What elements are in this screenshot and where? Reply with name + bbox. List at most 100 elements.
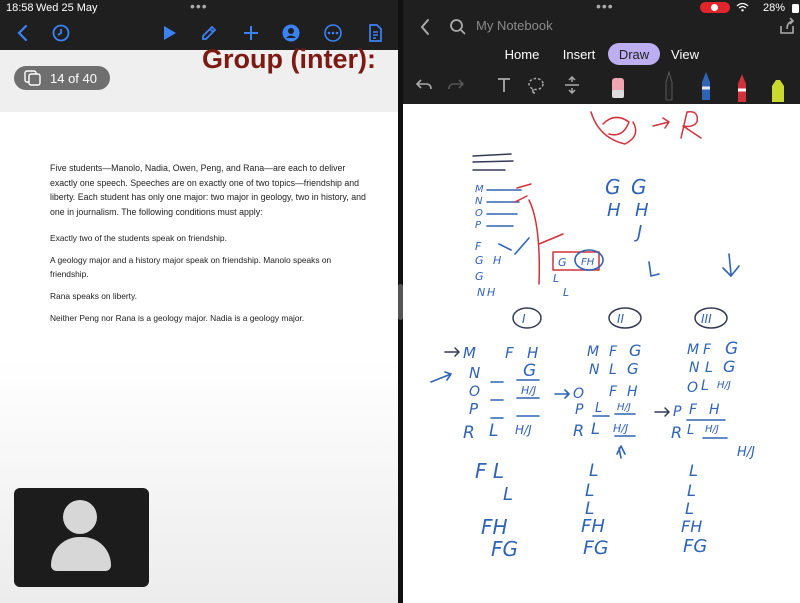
ink-letter: O (687, 380, 698, 396)
ink-letter: F (505, 344, 514, 362)
screen-recording-icon[interactable] (700, 2, 730, 13)
ink-letter: L (705, 360, 713, 376)
avatar-head-icon (63, 500, 97, 534)
red-ink-stroke (590, 111, 637, 145)
ink-letter: G (605, 175, 621, 199)
student-letter: P (475, 220, 482, 231)
add-person-icon[interactable] (280, 22, 302, 44)
ink-letter: F (475, 240, 482, 253)
tab-draw[interactable]: Draw (608, 43, 660, 65)
ink-letter: R (463, 423, 475, 443)
student-letter: O (475, 208, 483, 219)
ink-letter: H/J (521, 384, 536, 397)
battery-level: 28% (763, 2, 786, 14)
ink-letter: O (573, 386, 584, 402)
ink-letter: H/J (705, 424, 719, 435)
notebook-toolbar: ••• 28% My Notebook Home Insert Draw Vie… (403, 0, 800, 104)
play-icon[interactable] (158, 22, 180, 44)
ink-letter: L (609, 362, 617, 378)
ink-letter: FG (491, 537, 518, 561)
search-icon[interactable] (447, 16, 469, 38)
drawing-canvas[interactable]: M N O P F G H G N H G FH L L G G H H J I (403, 104, 800, 603)
wifi-icon (736, 2, 749, 15)
page-indicator[interactable]: 14 of 40 (14, 66, 110, 90)
reader-toolbar: 18:58 Wed 25 May ••• (0, 0, 398, 50)
back-icon[interactable] (415, 16, 437, 38)
insert-space-icon[interactable] (563, 76, 581, 94)
ink-letter: L (685, 499, 694, 518)
condition-2: A geology major and a history major spea… (50, 255, 332, 279)
case-2-grid: M F G N L G O F H P L H/J R L H/J (554, 341, 641, 459)
multitask-dots-icon[interactable]: ••• (190, 0, 208, 13)
ink-letter: L (489, 421, 498, 441)
ink-letter: R (573, 421, 584, 440)
ink-letter: H/J (737, 445, 755, 460)
ink-letter: R (671, 423, 682, 442)
ink-letter: FH (481, 515, 508, 539)
ink-letter: L (553, 272, 559, 285)
ink-letter: H/J (613, 422, 628, 435)
ink-letter: L (701, 378, 709, 394)
arrow-icon (654, 407, 671, 417)
tab-view[interactable]: View (664, 43, 706, 65)
red-ink-stroke (680, 110, 702, 139)
red-pen-icon[interactable] (734, 72, 750, 102)
ink-letter: FG (683, 536, 707, 557)
pdf-reader-pane: 18:58 Wed 25 May ••• Group (inter): 14 o… (0, 0, 398, 603)
undo-history-icon[interactable] (50, 22, 72, 44)
ink-letter: F L (475, 459, 504, 483)
more-options-icon[interactable] (322, 22, 344, 44)
blue-ink-stroke (722, 253, 740, 277)
case-3-grid: M F G N L G O L H/J P F H R L H/J H/J (654, 339, 755, 460)
ink-letter: H (607, 200, 621, 221)
student-letter: M (475, 184, 484, 195)
ink-letter: L (585, 481, 594, 501)
notebook-title[interactable]: My Notebook (476, 18, 553, 33)
ink-letter: H (709, 402, 720, 418)
ink-letter: G (627, 360, 639, 378)
ink-letter: N (689, 360, 700, 376)
ink-letter: F (609, 344, 618, 360)
ink-letter: M (587, 344, 599, 360)
ink-letter: H (527, 344, 538, 362)
back-icon[interactable] (12, 22, 34, 44)
ink-letter: G (475, 254, 484, 267)
ink-letter: FG (583, 537, 609, 559)
highlighter-icon[interactable] (769, 76, 787, 102)
markup-pen-icon[interactable] (198, 22, 220, 44)
ink-letter: L (595, 401, 602, 416)
ink-letter: G (523, 361, 536, 381)
blue-ink-lines (486, 189, 522, 227)
black-pen-icon[interactable] (661, 70, 677, 102)
lasso-select-icon[interactable] (527, 76, 545, 94)
text-tool-icon[interactable] (495, 76, 513, 94)
ink-letter: F (689, 402, 698, 418)
undo-icon[interactable] (415, 76, 433, 94)
ink-letter: G (723, 357, 735, 376)
page-heading: Group (inter): (202, 44, 376, 74)
ink-letter: F (609, 384, 618, 400)
share-icon[interactable] (776, 15, 798, 37)
bottom-notes: F L L L L L L L L FH FG FH FG FH FG (475, 459, 707, 561)
ink-letter: FH (581, 516, 605, 537)
add-icon[interactable] (240, 22, 262, 44)
ink-letter: L (589, 461, 598, 481)
blue-ink-stroke (648, 261, 660, 277)
tab-home[interactable]: Home (499, 43, 545, 65)
eraser-icon[interactable] (610, 76, 626, 100)
ink-letter: H/J (717, 380, 731, 391)
case-circle (512, 307, 542, 329)
tab-insert[interactable]: Insert (556, 43, 602, 65)
case-circle (608, 307, 642, 329)
multitask-dots-icon[interactable]: ••• (596, 0, 614, 13)
redo-icon[interactable] (447, 76, 465, 94)
ink-letter: O (469, 384, 480, 400)
ink-letter: G (725, 339, 738, 359)
blue-pen-icon[interactable] (698, 70, 714, 102)
ink-letter: L (687, 481, 696, 500)
ink-letter: L (563, 286, 569, 299)
student-list: M N O P (475, 184, 484, 231)
ink-letter: FH (581, 257, 595, 268)
blue-ink-stroke (616, 445, 626, 459)
document-icon[interactable] (364, 22, 386, 44)
